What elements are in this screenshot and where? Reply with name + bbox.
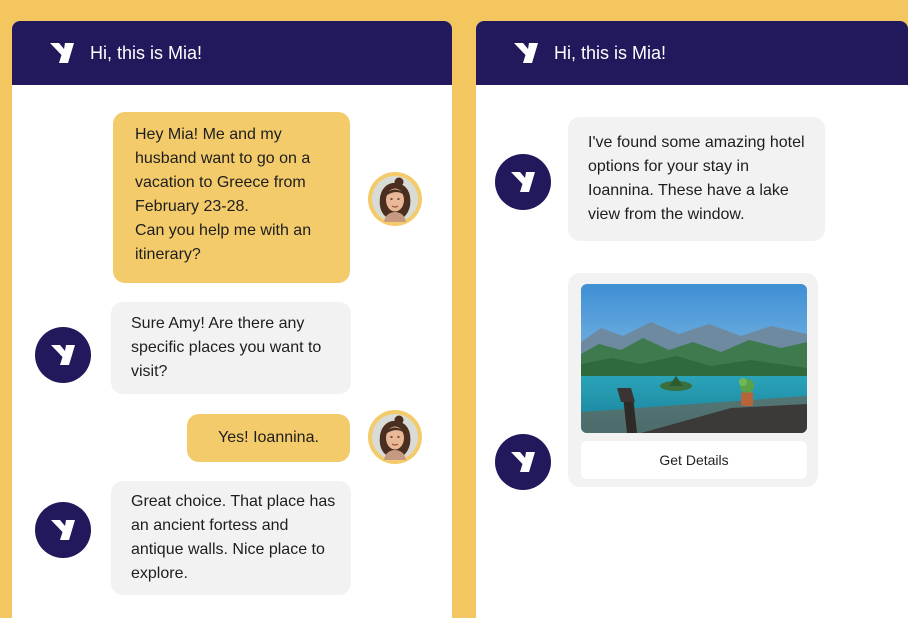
- lake-view-image: [581, 284, 807, 433]
- user-message: Hey Mia! Me and my husband want to go on…: [113, 112, 350, 283]
- mia-avatar: [495, 434, 551, 490]
- mia-avatar: [35, 502, 91, 558]
- bot-message: Great choice. That place has an ancient …: [111, 481, 351, 595]
- chat-title: Hi, this is Mia!: [554, 42, 667, 63]
- chat-title: Hi, this is Mia!: [90, 42, 203, 63]
- hotel-card[interactable]: Get Details: [568, 273, 818, 487]
- amy-avatar-icon: [372, 176, 418, 222]
- amy-avatar-icon: [372, 414, 418, 460]
- hotel-photo[interactable]: [581, 284, 807, 433]
- mia-logo-icon: [511, 172, 535, 192]
- user-message: Yes! Ioannina.: [187, 414, 350, 462]
- bot-message: Sure Amy! Are there any specific places …: [111, 302, 351, 394]
- bot-message: I've found some amazing hotel options fo…: [568, 117, 825, 241]
- get-details-button[interactable]: Get Details: [581, 441, 807, 479]
- mia-logo-icon: [511, 452, 535, 472]
- user-avatar: [368, 410, 422, 464]
- mia-avatar: [495, 154, 551, 210]
- chat-panel-left: Hi, this is Mia! Hey Mia! Me and my husb…: [12, 21, 452, 618]
- mia-logo-icon: [51, 345, 75, 365]
- chat-header: Hi, this is Mia!: [476, 21, 908, 85]
- chat-header: Hi, this is Mia!: [12, 21, 452, 85]
- chat-panel-right: Hi, this is Mia! I've found some amazing…: [476, 21, 908, 618]
- mia-avatar: [35, 327, 91, 383]
- mia-logo-icon: [514, 43, 538, 63]
- mia-logo-icon: [51, 520, 75, 540]
- mia-logo-icon: [50, 43, 74, 63]
- user-avatar: [368, 172, 422, 226]
